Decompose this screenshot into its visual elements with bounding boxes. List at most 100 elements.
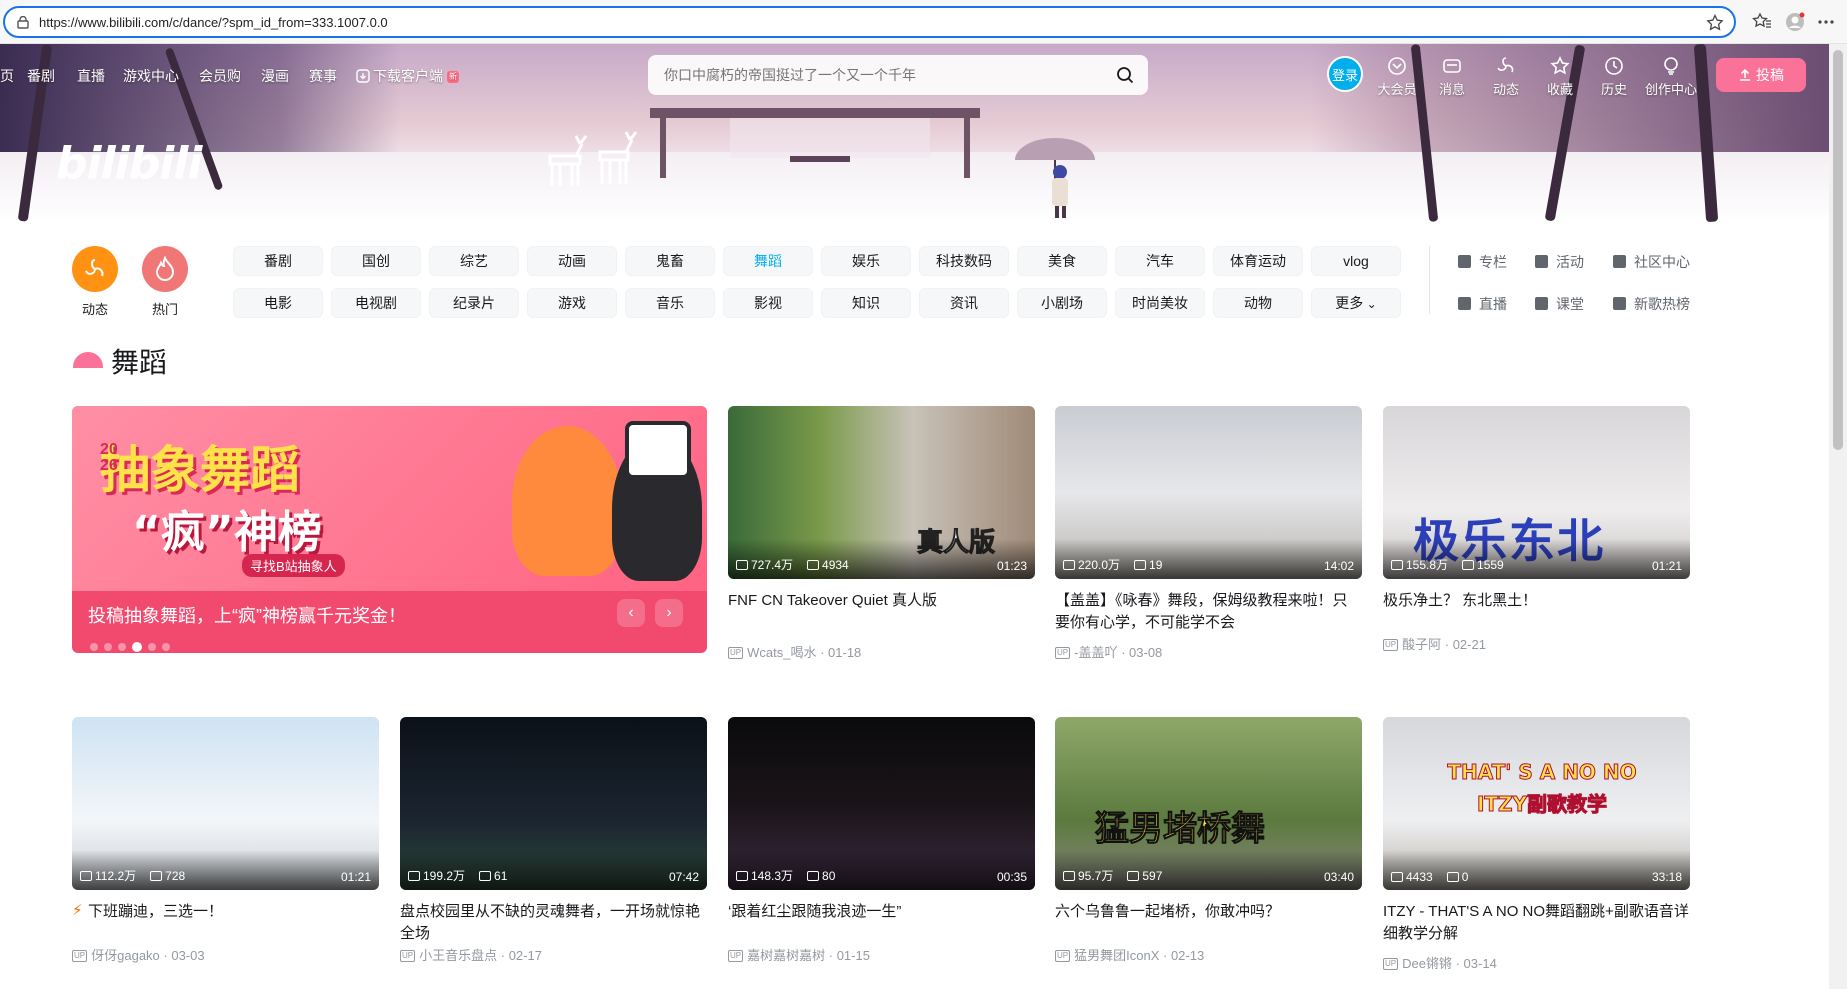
channel-chip[interactable]: 电视剧 bbox=[331, 288, 421, 318]
video-title[interactable]: 盘点校园里从不缺的灵魂舞者，一开场就惊艳全场 bbox=[400, 901, 707, 945]
channel-chip[interactable]: 影视 bbox=[723, 288, 813, 318]
carousel-dot[interactable] bbox=[90, 643, 98, 651]
channel-chip[interactable]: 鬼畜 bbox=[625, 246, 715, 276]
channel-chip[interactable]: 时尚美妆 bbox=[1115, 288, 1205, 318]
video-title[interactable]: FNF CN Takeover Quiet 真人版 bbox=[728, 590, 1035, 612]
video-title[interactable]: 下班蹦迪，三选一！ bbox=[72, 901, 379, 923]
channel-chip[interactable]: 体育运动 bbox=[1213, 246, 1303, 276]
channel-chip[interactable]: 舞蹈 bbox=[723, 246, 813, 276]
nav-favorites[interactable]: 收藏 bbox=[1532, 56, 1588, 98]
nav-download-client[interactable]: 下载客户端新 bbox=[356, 66, 459, 86]
carousel-dot[interactable] bbox=[162, 643, 170, 651]
side-link-new-songs[interactable]: 新歌热榜 bbox=[1613, 294, 1690, 314]
video-card[interactable]: 112.2万 728 01:21 下班蹦迪，三选一！ ⚡ UP 伢伢gagako · 03-… bbox=[72, 717, 379, 967]
carousel-caption[interactable]: 投稿抽象舞蹈，上“疯”神榜赢千元奖金！ bbox=[88, 602, 406, 628]
channel-chip[interactable]: 纪录片 bbox=[429, 288, 519, 318]
channel-chip[interactable]: 音乐 bbox=[625, 288, 715, 318]
side-link-community[interactable]: 社区中心 bbox=[1613, 252, 1690, 272]
channel-chip[interactable]: 科技数码 bbox=[919, 246, 1009, 276]
video-thumbnail[interactable]: 猛男堵桥舞 95.7万 597 03:40 bbox=[1055, 717, 1362, 890]
search-icon[interactable] bbox=[1116, 66, 1134, 84]
video-thumbnail[interactable]: 220.0万 19 14:02 bbox=[1055, 406, 1362, 579]
nav-manga[interactable]: 漫画 bbox=[261, 66, 289, 86]
video-meta[interactable]: UP 猛男舞团IconX · 02-13 bbox=[1055, 945, 1204, 964]
video-thumbnail[interactable]: 199.2万 61 07:42 bbox=[400, 717, 707, 890]
video-thumbnail[interactable]: THAT' S A NO NO ITZY副歌教学 4433 0 33:18 bbox=[1383, 717, 1690, 890]
side-link-activity[interactable]: 活动 bbox=[1535, 252, 1584, 272]
video-thumbnail[interactable]: 极乐东北155.8万155901:21 bbox=[1383, 406, 1690, 579]
side-link-column[interactable]: 专栏 bbox=[1458, 252, 1507, 272]
channel-chip[interactable]: 电影 bbox=[233, 288, 323, 318]
carousel-dot[interactable] bbox=[118, 643, 126, 651]
video-title[interactable]: 极乐净土？ 东北黑土！ bbox=[1383, 590, 1690, 612]
nav-game-center[interactable]: 游戏中心 bbox=[123, 66, 179, 86]
video-card[interactable]: 猛男堵桥舞 95.7万 597 03:40 六个乌鲁鲁一起堵桥，你敢冲吗？ UP 猛男舞团I… bbox=[1055, 717, 1362, 967]
channel-chip[interactable]: 资讯 bbox=[919, 288, 1009, 318]
carousel-prev-button[interactable]: ‹ bbox=[617, 599, 645, 627]
video-meta[interactable]: UP 酸子阿 · 02-21 bbox=[1383, 634, 1486, 653]
carousel-dot[interactable] bbox=[104, 643, 112, 651]
video-title[interactable]: 【盖盖】《咏春》舞段，保姆级教程来啦！只要你有心学，不可能学不会 bbox=[1055, 590, 1362, 634]
favorites-icon[interactable] bbox=[1752, 12, 1772, 32]
video-card[interactable]: 148.3万 80 00:35 ‘跟着红尘跟随我浪迹一生” UP 嘉树嘉树嘉树 · 01-… bbox=[728, 717, 1035, 967]
scrollbar-thumb[interactable] bbox=[1833, 50, 1843, 450]
nav-dynamics[interactable]: 动态 bbox=[1478, 56, 1534, 98]
channel-chip[interactable]: vlog bbox=[1311, 246, 1401, 276]
channel-chip[interactable]: 动画 bbox=[527, 246, 617, 276]
channel-chip[interactable]: 国创 bbox=[331, 246, 421, 276]
channel-chip[interactable]: 美食 bbox=[1017, 246, 1107, 276]
video-thumbnail[interactable]: 真人版727.4万493401:23 bbox=[728, 406, 1035, 579]
nav-history[interactable]: 历史 bbox=[1586, 56, 1642, 98]
video-thumbnail[interactable]: 112.2万 728 01:21 bbox=[72, 717, 379, 890]
promo-carousel[interactable]: 抽象舞蹈 “疯”神榜 2026 寻找B站抽象人 投稿抽象舞蹈，上“疯”神榜赢千元… bbox=[72, 406, 707, 653]
nav-live[interactable]: 直播 bbox=[77, 66, 105, 86]
channel-chip[interactable]: 综艺 bbox=[429, 246, 519, 276]
video-meta[interactable]: UP Dee锵锵 · 03-14 bbox=[1383, 953, 1497, 972]
nav-home[interactable]: 页 bbox=[0, 66, 14, 86]
bookmark-star-icon[interactable] bbox=[1706, 14, 1724, 32]
channel-chip[interactable]: 娱乐 bbox=[821, 246, 911, 276]
video-title[interactable]: ITZY - THAT'S A NO NO舞蹈翻跳+副歌语音详细教学分解 bbox=[1383, 901, 1690, 945]
side-link-live[interactable]: 直播 bbox=[1458, 294, 1507, 314]
hot-circle-button[interactable] bbox=[142, 246, 188, 292]
nav-big-member[interactable]: 大会员 bbox=[1369, 56, 1425, 98]
upload-button[interactable]: 投稿 bbox=[1716, 58, 1806, 92]
channel-chip[interactable]: 游戏 bbox=[527, 288, 617, 318]
carousel-dot[interactable] bbox=[132, 642, 142, 652]
channel-chip[interactable]: 知识 bbox=[821, 288, 911, 318]
side-link-classroom[interactable]: 课堂 bbox=[1535, 294, 1584, 314]
video-card[interactable]: 真人版727.4万493401:23 FNF CN Takeover Quiet … bbox=[728, 406, 1035, 660]
video-meta[interactable]: UP 嘉树嘉树嘉树 · 01-15 bbox=[728, 945, 870, 964]
nav-creator-center[interactable]: 创作中心 bbox=[1641, 56, 1701, 98]
channel-chip[interactable]: 番剧 bbox=[233, 246, 323, 276]
address-bar[interactable]: https://www.bilibili.com/c/dance/?spm_id… bbox=[3, 6, 1736, 38]
login-button[interactable]: 登录 bbox=[1327, 56, 1363, 92]
more-channels-button[interactable]: 更多 ⌄ bbox=[1311, 288, 1401, 318]
video-meta[interactable]: UP 伢伢gagako · 03-03 bbox=[72, 945, 205, 964]
video-card[interactable]: THAT' S A NO NO ITZY副歌教学 4433 0 33:18 ITZY -… bbox=[1383, 717, 1690, 971]
video-thumbnail[interactable]: 148.3万 80 00:35 bbox=[728, 717, 1035, 890]
nav-messages[interactable]: 消息 bbox=[1424, 56, 1480, 98]
video-meta[interactable]: UP Wcats_喝水 · 01-18 bbox=[728, 642, 861, 661]
channel-chip[interactable]: 动物 bbox=[1213, 288, 1303, 318]
vertical-scrollbar[interactable] bbox=[1829, 44, 1847, 989]
video-card[interactable]: 极乐东北155.8万155901:21 极乐净土？ 东北黑土！ UP酸子阿 · 02… bbox=[1383, 406, 1690, 656]
channel-chip[interactable]: 小剧场 bbox=[1017, 288, 1107, 318]
video-card[interactable]: 199.2万 61 07:42 盘点校园里从不缺的灵魂舞者，一开场就惊艳全场 UP 小王音… bbox=[400, 717, 707, 967]
channel-chip[interactable]: 汽车 bbox=[1115, 246, 1205, 276]
profile-icon[interactable] bbox=[1785, 12, 1805, 32]
more-menu-icon[interactable] bbox=[1816, 12, 1836, 32]
carousel-dot[interactable] bbox=[148, 643, 156, 651]
video-card[interactable]: 220.0万 19 14:02 【盖盖】《咏春》舞段，保姆级教程来啦！只要你有心学，不… bbox=[1055, 406, 1362, 660]
video-meta[interactable]: UP 小王音乐盘点 · 02-17 bbox=[400, 945, 542, 964]
dynamic-circle-button[interactable] bbox=[72, 246, 118, 292]
nav-esports[interactable]: 赛事 bbox=[309, 66, 337, 86]
bilibili-logo[interactable]: bilibili bbox=[56, 138, 202, 189]
nav-vip-shop[interactable]: 会员购 bbox=[199, 66, 241, 86]
carousel-next-button[interactable]: › bbox=[655, 599, 683, 627]
video-title[interactable]: ‘跟着红尘跟随我浪迹一生” bbox=[728, 901, 1035, 923]
video-title[interactable]: 六个乌鲁鲁一起堵桥，你敢冲吗？ bbox=[1055, 901, 1362, 923]
nav-bangumi[interactable]: 番剧 bbox=[27, 66, 55, 86]
video-meta[interactable]: UP -盖盖吖 · 03-08 bbox=[1055, 642, 1162, 661]
search-input[interactable] bbox=[648, 55, 1088, 95]
